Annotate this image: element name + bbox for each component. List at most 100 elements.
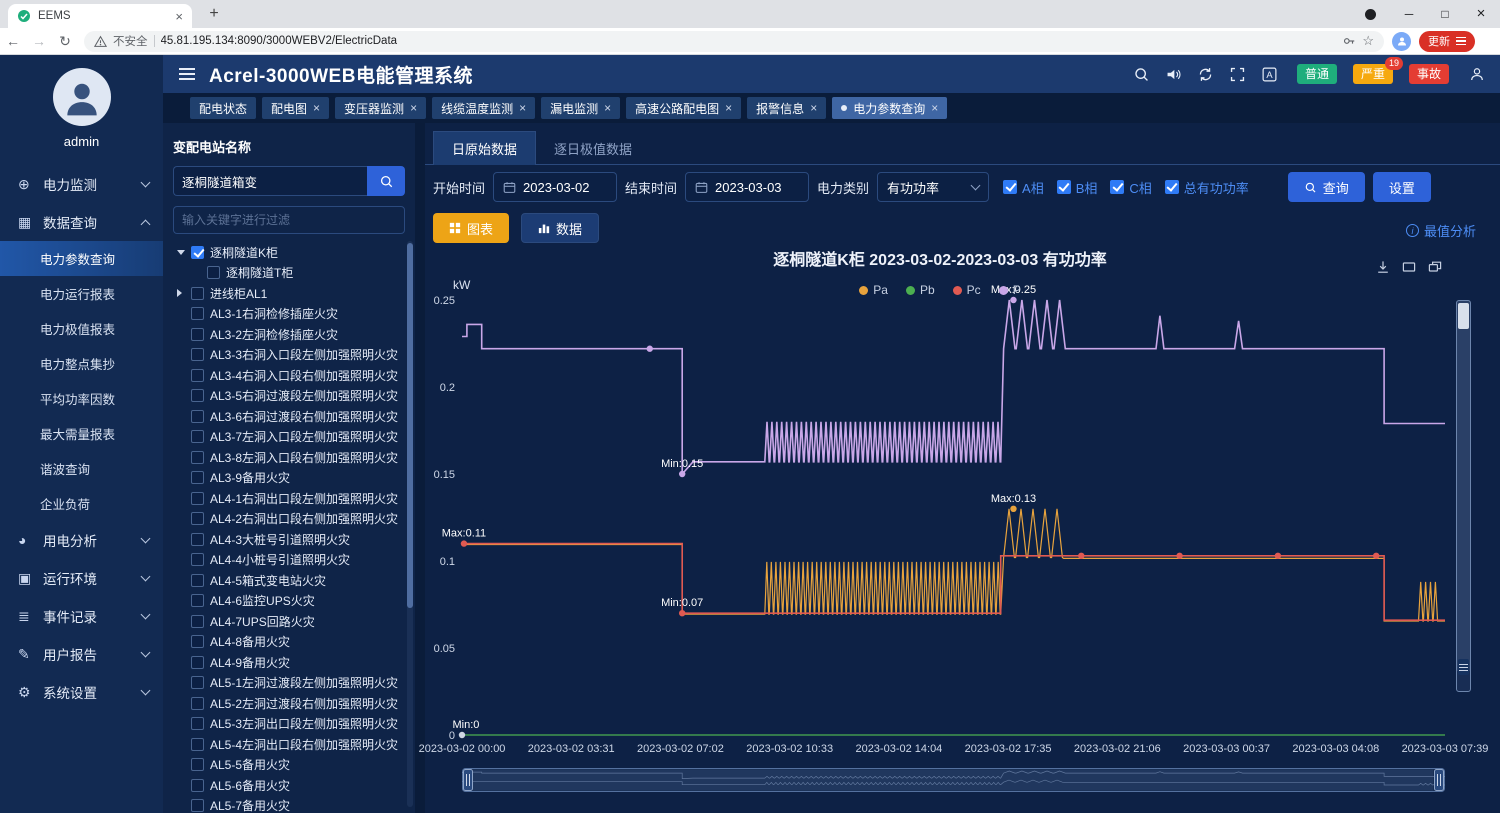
- nav-tab-2[interactable]: 配电图×: [262, 97, 329, 119]
- tree-item-3[interactable]: 进线柜AL1: [173, 283, 405, 304]
- tree-item-21[interactable]: AL4-9备用火灾: [173, 652, 405, 673]
- sidebar-subitem-4[interactable]: 电力整点集抄: [0, 346, 163, 381]
- sidebar-item-4[interactable]: ▣运行环境: [0, 559, 163, 597]
- tree-item-20[interactable]: AL4-8备用火灾: [173, 632, 405, 653]
- tree-item-11[interactable]: AL3-8左洞入口段右侧加强照明火灾: [173, 447, 405, 468]
- browser-profile-avatar[interactable]: [1392, 32, 1411, 51]
- browser-update-button[interactable]: 更新: [1419, 31, 1475, 52]
- tree-item-6[interactable]: AL3-3右洞入口段左侧加强照明火灾: [173, 345, 405, 366]
- alarm-badge-2[interactable]: 严重19: [1353, 64, 1393, 84]
- sidebar-item-2[interactable]: ▦数据查询: [0, 203, 163, 241]
- tree-item-2[interactable]: 逐桐隧道T柜: [173, 263, 405, 284]
- nav-tab-3[interactable]: 变压器监测×: [335, 97, 426, 119]
- checkbox-icon[interactable]: [191, 246, 204, 259]
- legend-item-Pb[interactable]: Pb: [906, 283, 935, 297]
- checkbox-icon[interactable]: [191, 369, 204, 382]
- sidebar-subitem-3[interactable]: 电力极值报表: [0, 311, 163, 346]
- maximize-button[interactable]: □: [1426, 0, 1464, 28]
- checkbox-icon[interactable]: [191, 410, 204, 423]
- fullscreen-icon[interactable]: [1229, 66, 1246, 83]
- legend-item-P[interactable]: P: [999, 283, 1021, 297]
- menu-toggle-icon[interactable]: [179, 65, 197, 83]
- phase-checkbox-2[interactable]: B相: [1057, 178, 1098, 197]
- close-window-button[interactable]: ×: [1462, 0, 1500, 28]
- browser-tab[interactable]: EEMS ×: [8, 4, 192, 28]
- close-tab-icon[interactable]: ×: [410, 101, 417, 115]
- restore-icon[interactable]: [1427, 259, 1443, 275]
- sidebar-item-5[interactable]: ≣事件记录: [0, 597, 163, 635]
- back-icon[interactable]: ←: [0, 33, 26, 49]
- tree-item-22[interactable]: AL5-1左洞过渡段左侧加强照明火灾: [173, 673, 405, 694]
- tree-item-7[interactable]: AL3-4右洞入口段右侧加强照明火灾: [173, 365, 405, 386]
- tree-item-27[interactable]: AL5-6备用火灾: [173, 775, 405, 796]
- sidebar-item-7[interactable]: ⚙系统设置: [0, 673, 163, 711]
- search-icon[interactable]: [1133, 66, 1150, 83]
- chart-view-button[interactable]: 图表: [433, 213, 509, 243]
- user-icon[interactable]: [1468, 65, 1486, 83]
- nav-tab-8[interactable]: 电力参数查询×: [832, 97, 947, 119]
- nav-tab-5[interactable]: 漏电监测×: [541, 97, 620, 119]
- checkbox-icon[interactable]: [191, 389, 204, 402]
- tree-item-10[interactable]: AL3-7左洞入口段左侧加强照明火灾: [173, 427, 405, 448]
- checkbox-icon[interactable]: [191, 512, 204, 525]
- minimize-button[interactable]: ─: [1390, 0, 1428, 28]
- nav-tab-6[interactable]: 高速公路配电图×: [626, 97, 741, 119]
- tree-scrollbar[interactable]: [407, 241, 413, 807]
- y-zoom-slider[interactable]: [1456, 300, 1471, 692]
- datazoom-handle-left[interactable]: [464, 770, 473, 791]
- alarm-badge-3[interactable]: 事故: [1409, 64, 1449, 84]
- sidebar-subitem-7[interactable]: 谐波查询: [0, 451, 163, 486]
- refresh-icon[interactable]: [1197, 66, 1214, 83]
- power-type-select[interactable]: 有功功率: [877, 172, 989, 202]
- tree-item-25[interactable]: AL5-4左洞出口段右侧加强照明火灾: [173, 734, 405, 755]
- tree-item-18[interactable]: AL4-6监控UPS火灾: [173, 591, 405, 612]
- data-view-button[interactable]: 数据: [521, 213, 599, 243]
- close-tab-icon[interactable]: ×: [725, 101, 732, 115]
- checkbox-icon[interactable]: [191, 799, 204, 812]
- phase-checkbox-3[interactable]: C相: [1110, 178, 1151, 197]
- sidebar-subitem-5[interactable]: 平均功率因数: [0, 381, 163, 416]
- checkbox-icon[interactable]: [191, 697, 204, 710]
- tree-filter-input[interactable]: [173, 206, 405, 234]
- tree-item-14[interactable]: AL4-2右洞出口段右侧加强照明火灾: [173, 509, 405, 530]
- new-tab-button[interactable]: +: [203, 5, 225, 23]
- checkbox-icon[interactable]: [191, 451, 204, 464]
- start-date-input[interactable]: 2023-03-02: [493, 172, 617, 202]
- checkbox-icon[interactable]: [191, 717, 204, 730]
- tree-item-13[interactable]: AL4-1右洞出口段左侧加强照明火灾: [173, 488, 405, 509]
- language-icon[interactable]: A: [1261, 66, 1278, 83]
- close-tab-icon[interactable]: ×: [604, 101, 611, 115]
- bookmark-star-icon[interactable]: ☆: [1362, 33, 1374, 49]
- nav-tab-1[interactable]: 配电状态: [190, 97, 256, 119]
- forward-icon[interactable]: →: [26, 33, 52, 49]
- y-zoom-handle-top[interactable]: [1458, 303, 1469, 329]
- tree-item-28[interactable]: AL5-7备用火灾: [173, 796, 405, 813]
- tree-item-15[interactable]: AL4-3大桩号引道照明火灾: [173, 529, 405, 550]
- checkbox-icon[interactable]: [191, 594, 204, 607]
- speaker-icon[interactable]: [1165, 66, 1182, 83]
- checkbox-icon[interactable]: [191, 328, 204, 341]
- nav-tab-4[interactable]: 线缆温度监测×: [432, 97, 535, 119]
- tab-daily-raw-data[interactable]: 日原始数据: [433, 131, 536, 165]
- sidebar-subitem-8[interactable]: 企业负荷: [0, 486, 163, 521]
- zoom-box-icon[interactable]: [1401, 259, 1417, 275]
- alarm-badge-1[interactable]: 普通: [1297, 64, 1337, 84]
- caret-down-icon[interactable]: [177, 250, 185, 255]
- checkbox-icon[interactable]: [207, 266, 220, 279]
- tree-item-4[interactable]: AL3-1右洞检修插座火灾: [173, 304, 405, 325]
- phase-checkbox-1[interactable]: A相: [1003, 178, 1044, 197]
- close-tab-icon[interactable]: ×: [175, 9, 183, 24]
- tree-item-24[interactable]: AL5-3左洞出口段左侧加强照明火灾: [173, 714, 405, 735]
- reload-icon[interactable]: ↻: [52, 33, 78, 50]
- station-search-input[interactable]: [173, 166, 367, 196]
- extreme-analysis-link[interactable]: i 最值分析: [1406, 221, 1476, 240]
- tab-daily-extreme-data[interactable]: 逐日极值数据: [536, 131, 650, 165]
- checkbox-icon[interactable]: [191, 574, 204, 587]
- download-icon[interactable]: [1375, 259, 1391, 275]
- legend-item-Pc[interactable]: Pc: [953, 283, 981, 297]
- sidebar-subitem-6[interactable]: 最大需量报表: [0, 416, 163, 451]
- address-bar[interactable]: 不安全 45.81.195.134:8090/3000WEBV2/Electri…: [84, 31, 1384, 52]
- checkbox-icon[interactable]: [191, 492, 204, 505]
- checkbox-icon[interactable]: [191, 471, 204, 484]
- tree-item-1[interactable]: 逐桐隧道K柜: [173, 242, 405, 263]
